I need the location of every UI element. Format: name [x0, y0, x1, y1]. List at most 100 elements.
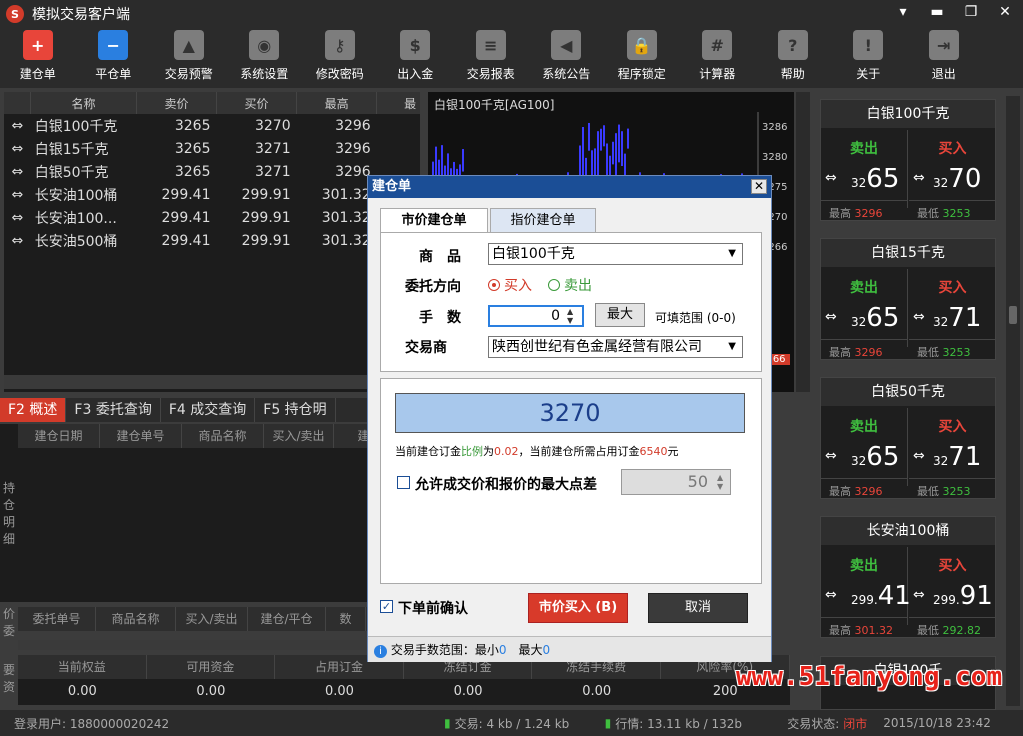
- diff-stepper[interactable]: 50: [621, 469, 731, 495]
- toolbar-button-1[interactable]: − 平仓单: [76, 28, 152, 88]
- sell-radio-label[interactable]: 卖出: [564, 275, 592, 295]
- quote-card[interactable]: 白银50千克 卖出 ⇔ 3265 买入 ⇔ 3271 最高 3296 最低 3253: [820, 377, 996, 499]
- toolbar-button-2[interactable]: ▲ 交易预警: [151, 28, 227, 88]
- dialog-close-button[interactable]: ✕: [751, 179, 767, 194]
- right-scroll-thumb[interactable]: [1009, 306, 1017, 324]
- toolbar-button-7[interactable]: ◀ 系统公告: [529, 28, 605, 88]
- close-icon[interactable]: ✕: [997, 4, 1013, 20]
- buy-side[interactable]: 买入 ⇔ 3271: [909, 269, 996, 347]
- quote-row[interactable]: ⇔ 长安油100... 299.41 299.91 301.32: [4, 206, 420, 229]
- swap-icon: ⇔: [11, 209, 24, 226]
- toolbar-label: 平仓单: [95, 67, 132, 81]
- quote-row[interactable]: ⇔ 白银50千克 3265 3271 3296: [4, 160, 420, 183]
- tab-overview[interactable]: F2 概述: [0, 398, 67, 422]
- exchange-select[interactable]: 陕西创世纪有色金属经营有限公司 ▼: [488, 336, 743, 358]
- swap-icon: ⇔: [913, 587, 925, 603]
- toolbar-button-5[interactable]: $ 出入金: [378, 28, 454, 88]
- toolbar-button-11[interactable]: ! 关于: [831, 28, 907, 88]
- market-buy-button[interactable]: 市价买入 (B): [528, 593, 628, 623]
- toolbar-button-6[interactable]: ≡ 交易报表: [453, 28, 529, 88]
- exchange-value: 陕西创世纪有色金属经营有限公司: [492, 339, 702, 355]
- col-order-no[interactable]: 委托单号: [18, 607, 96, 631]
- toolbar-button-8[interactable]: 🔒 程序锁定: [604, 28, 680, 88]
- col-product[interactable]: 商品名称: [182, 424, 264, 448]
- toolbar-button-9[interactable]: # 计算器: [680, 28, 756, 88]
- quote-card[interactable]: 长安油100桶 卖出 ⇔ 299.41 买入 ⇔ 299.91 最高 301.32 最低 292…: [820, 516, 996, 638]
- col-open-date[interactable]: 建仓日期: [18, 424, 100, 448]
- max-button[interactable]: 最大: [595, 303, 645, 327]
- toolbar-button-0[interactable]: + 建仓单: [0, 28, 76, 88]
- sell-side[interactable]: 卖出 ⇔ 299.41: [821, 547, 911, 625]
- order-form: 商 品 白银100千克 ▼ 委托方向 买入 卖出 手 数 0 ▲ ▼ 最大 可填范围…: [380, 232, 762, 372]
- chart-vertical-scrollbar[interactable]: [796, 92, 810, 392]
- col-order-direction[interactable]: 买入/卖出: [176, 607, 248, 631]
- quote-card[interactable]: 白银100千克 卖出 ⇔ 3265 买入 ⇔ 3270 最高 3296 最低 3253: [820, 99, 996, 221]
- sell-radio[interactable]: [548, 279, 560, 291]
- app-title: 模拟交易客户端: [32, 7, 130, 23]
- status-datetime: 2015/10/18 23:42: [883, 716, 991, 730]
- col-order-product[interactable]: 商品名称: [96, 607, 176, 631]
- stepper-arrows-icon[interactable]: ▲ ▼: [567, 307, 573, 325]
- buy-radio-label[interactable]: 买入: [504, 275, 532, 295]
- signal-icon: ▮: [444, 716, 451, 730]
- toolbar-button-10[interactable]: ? 帮助: [755, 28, 831, 88]
- swap-icon: ⇔: [913, 170, 925, 186]
- col-sell[interactable]: 卖价: [136, 92, 218, 114]
- product-select[interactable]: 白银100千克 ▼: [488, 243, 743, 265]
- allow-diff-checkbox[interactable]: [397, 476, 410, 489]
- toolbar-button-12[interactable]: ⇥ 退出: [906, 28, 982, 88]
- sell-side[interactable]: 卖出 ⇔ 3265: [821, 269, 908, 347]
- swap-icon: ⇔: [825, 587, 837, 603]
- summary-value: 0.00: [196, 684, 226, 699]
- confirm-checkbox[interactable]: ✓: [380, 600, 393, 613]
- tab-limit-order[interactable]: 指价建仓单: [490, 208, 596, 232]
- toolbar-button-3[interactable]: ◉ 系统设置: [227, 28, 303, 88]
- right-panel-scrollbar[interactable]: [1006, 96, 1020, 706]
- swap-icon: ⇔: [11, 140, 24, 157]
- restore-icon[interactable]: ❐: [963, 4, 979, 20]
- quote-card[interactable]: 白银15千克 卖出 ⇔ 3265 买入 ⇔ 3271 最高 3296 最低 3253: [820, 238, 996, 360]
- position-detail-panel: [0, 424, 420, 602]
- tab-orders[interactable]: F3 委托查询: [66, 398, 161, 422]
- buy-side[interactable]: 买入 ⇔ 3271: [909, 408, 996, 486]
- chevron-down-icon: ▼: [728, 341, 736, 352]
- status-trade: 交易: 4 kb / 1.24 kb: [454, 716, 570, 731]
- toolbar-label: 出入金: [397, 67, 434, 81]
- main-toolbar: + 建仓单 − 平仓单 ▲ 交易预警 ◉ 系统设置 ⚷ 修改密码 $ 出入金 ≡ 交易报表 ◀ 系统公告 🔒 程序…: [0, 28, 1023, 88]
- order-horizontal-scrollbar[interactable]: [18, 640, 420, 650]
- diff-stepper-arrows-icon[interactable]: ▲ ▼: [717, 473, 723, 491]
- col-buy[interactable]: 买价: [216, 92, 298, 114]
- options-icon[interactable]: ▾: [895, 4, 911, 20]
- chart-bar: [627, 128, 629, 149]
- buy-side[interactable]: 买入 ⇔ 299.91: [909, 547, 996, 625]
- col-order-qty[interactable]: 数: [326, 607, 366, 631]
- tab-positions[interactable]: F5 持仓明: [255, 398, 336, 422]
- col-direction[interactable]: 买入/卖出: [264, 424, 334, 448]
- minimize-icon[interactable]: ▬: [929, 4, 945, 20]
- tab-trades[interactable]: F4 成交查询: [161, 398, 256, 422]
- quantity-range: 可填范围 (0-0): [655, 311, 736, 325]
- quote-row[interactable]: ⇔ 白银15千克 3265 3271 3296: [4, 137, 420, 160]
- sell-side[interactable]: 卖出 ⇔ 3265: [821, 408, 908, 486]
- buy-radio[interactable]: [488, 279, 500, 291]
- chart-bar: [615, 133, 617, 178]
- tab-market-order[interactable]: 市价建仓单: [380, 208, 488, 233]
- quote-row[interactable]: ⇔ 白银100千克 3265 3270 3296: [4, 114, 420, 137]
- col-order-type[interactable]: 建仓/平仓: [248, 607, 326, 631]
- status-bar: 登录用户: 1880000020242 ▮ 交易: 4 kb / 1.24 kb…: [0, 710, 1023, 736]
- col-name[interactable]: 名称: [30, 92, 137, 114]
- sell-side[interactable]: 卖出 ⇔ 3265: [821, 130, 908, 208]
- col-high[interactable]: 最高: [296, 92, 378, 114]
- col-open-no[interactable]: 建仓单号: [100, 424, 182, 448]
- quote-row[interactable]: ⇔ 长安油500桶 299.41 299.91 301.32: [4, 229, 420, 252]
- watermark: www.51fanyong.com: [736, 662, 1003, 692]
- swap-icon: ⇔: [825, 448, 837, 464]
- quote-horizontal-scrollbar[interactable]: [4, 375, 420, 389]
- quote-row[interactable]: ⇔ 长安油100桶 299.41 299.91 301.32: [4, 183, 420, 206]
- swap-icon: ⇔: [825, 170, 837, 186]
- col-low[interactable]: 最: [376, 92, 420, 114]
- buy-side[interactable]: 买入 ⇔ 3270: [909, 130, 996, 208]
- chart-bar: [612, 141, 614, 165]
- cancel-button[interactable]: 取消: [648, 593, 748, 623]
- toolbar-button-4[interactable]: ⚷ 修改密码: [302, 28, 378, 88]
